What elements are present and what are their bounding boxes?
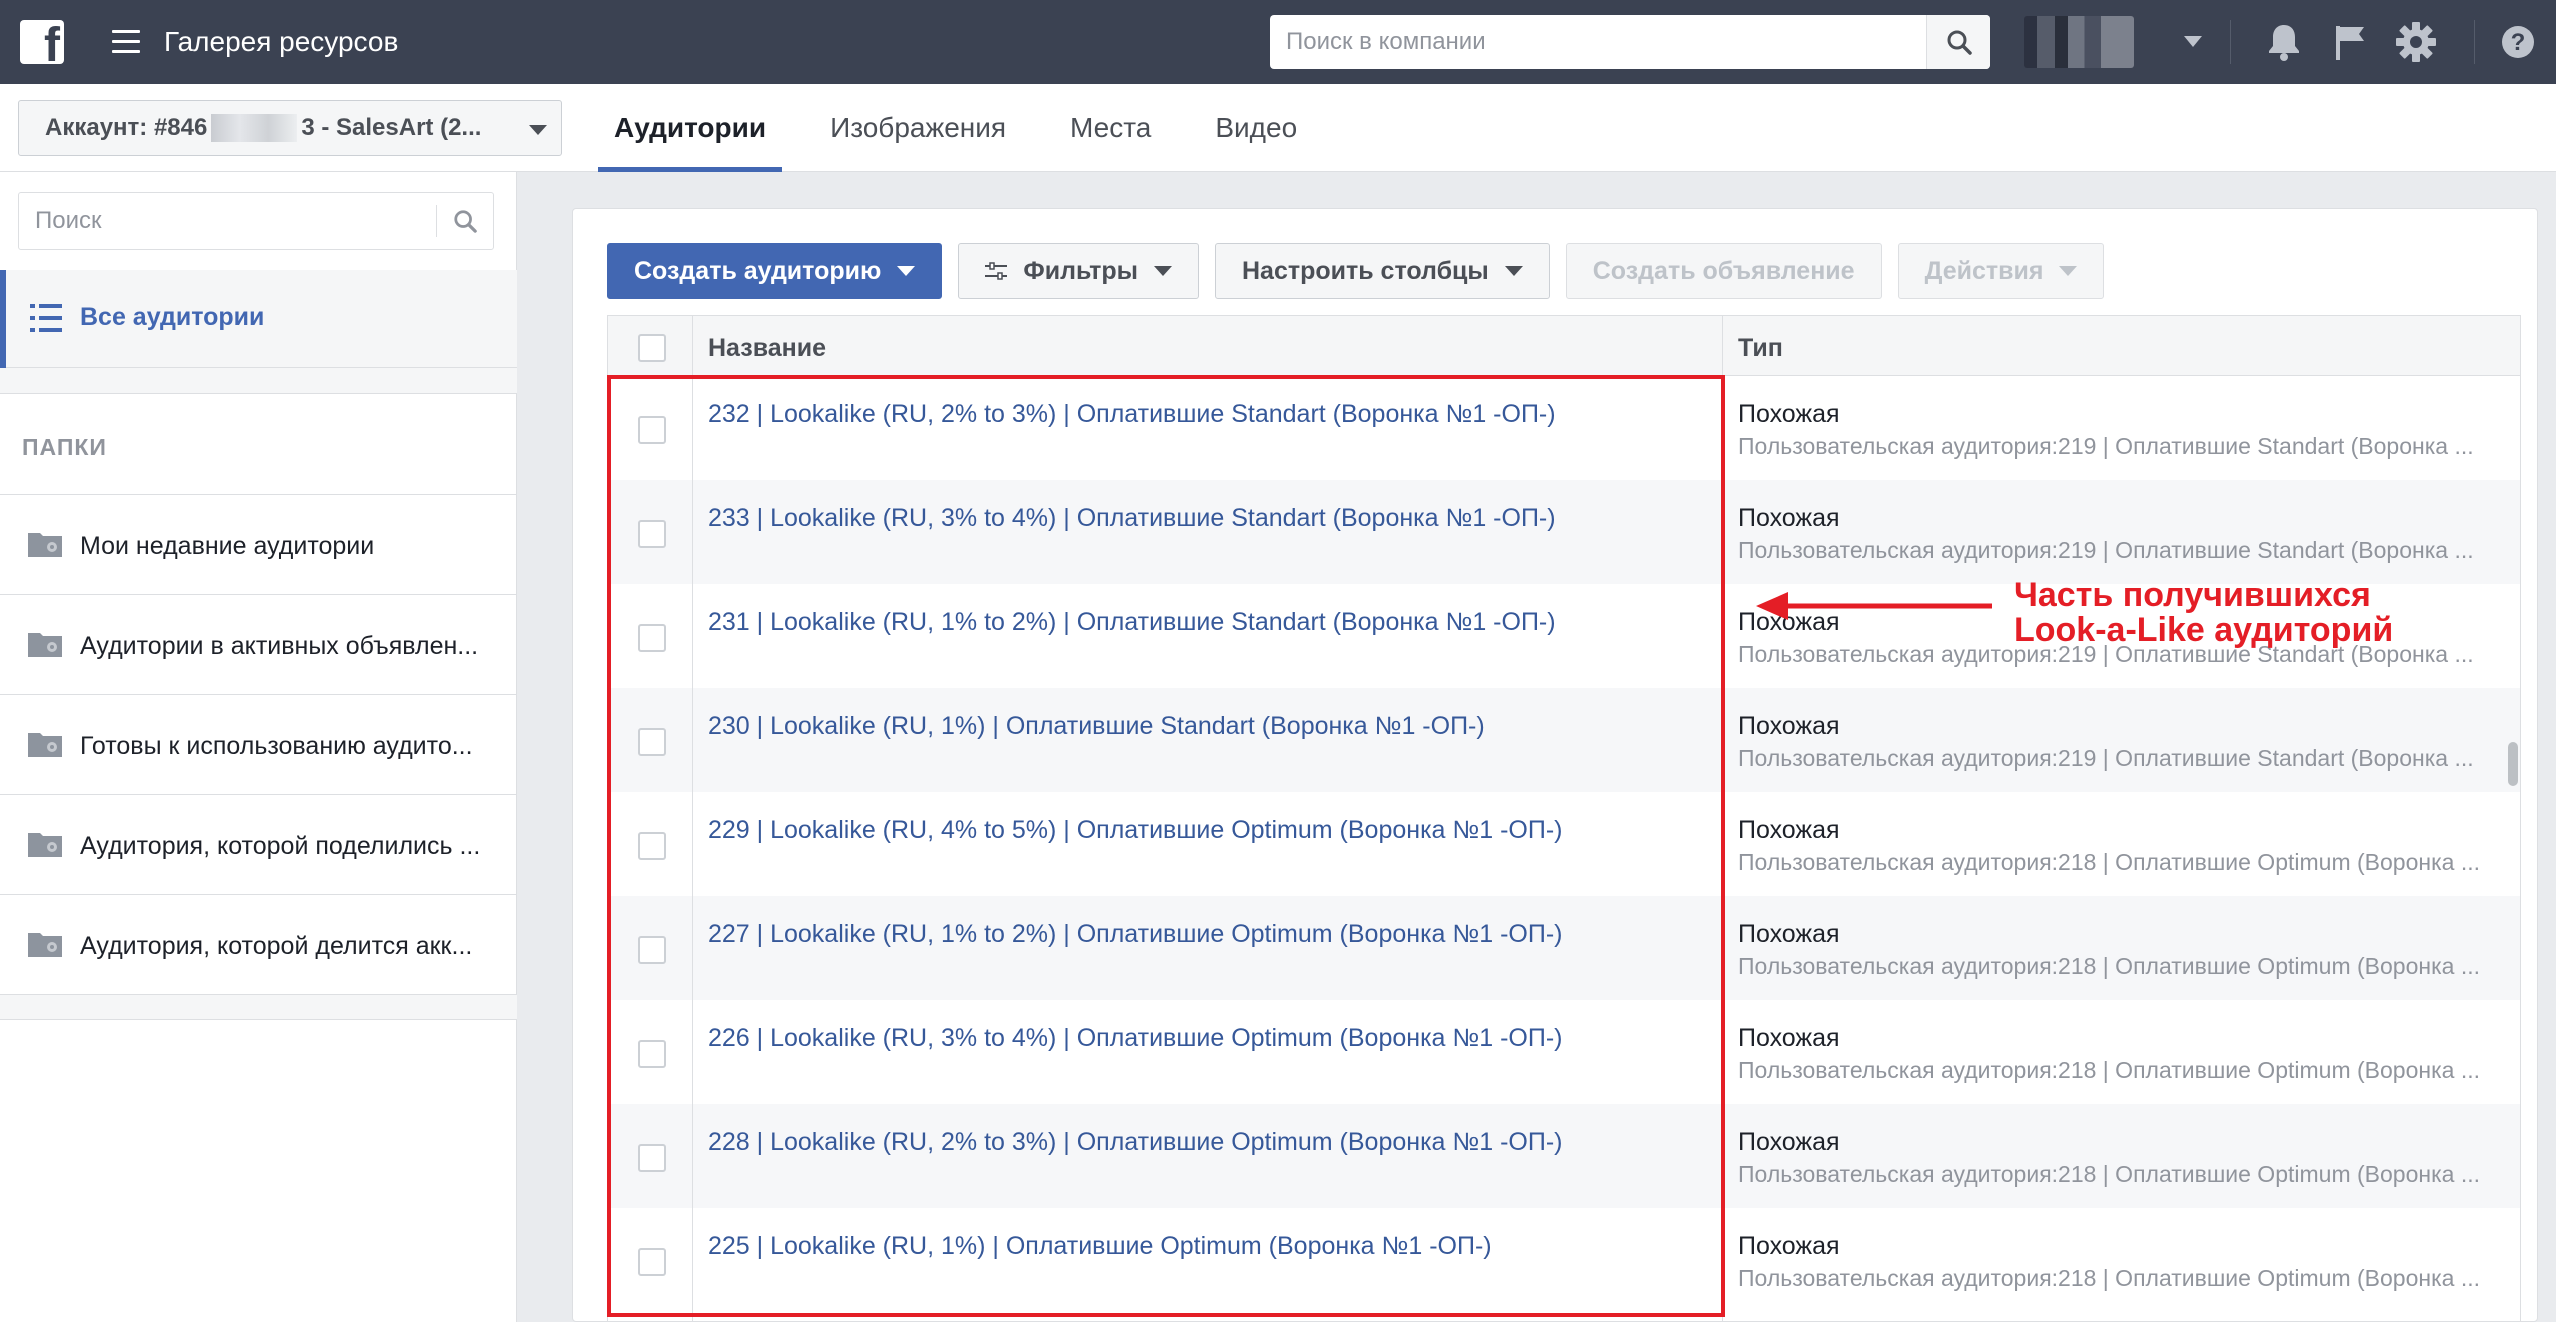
- highlight-box: [607, 375, 1725, 1317]
- sidebar-folder-shared-with[interactable]: Аудитория, которой поделились ...: [0, 794, 517, 894]
- audience-source: Пользовательская аудитория:218 | Оплатив…: [1738, 849, 2480, 875]
- sidebar-folder-ready[interactable]: Готовы к использованию аудито...: [0, 694, 517, 794]
- search-icon: [1947, 30, 1972, 55]
- create-audience-button[interactable]: Создать аудиторию: [607, 243, 943, 299]
- button-label: Создать аудиторию: [634, 256, 882, 285]
- audience-source: Пользовательская аудитория:218 | Оплатив…: [1738, 1057, 2480, 1083]
- sidebar-folder-label: Мои недавние аудитории: [80, 532, 375, 560]
- account-id: Аккаунт: #846: [45, 114, 208, 141]
- account-id-redacted: [211, 114, 298, 142]
- customize-columns-button[interactable]: Настроить столбцы: [1214, 243, 1550, 299]
- account-name: 3 - SalesArt (2...: [301, 114, 482, 141]
- select-all-checkbox[interactable]: [638, 334, 666, 362]
- sliders-icon: [985, 262, 1008, 280]
- annotation-line: Часть получившихся: [2014, 576, 2371, 614]
- sub-header: Аккаунт: #846 3 - SalesArt (2... Аудитор…: [0, 84, 2556, 172]
- divider: [2474, 20, 2475, 64]
- account-avatar[interactable]: [2024, 16, 2134, 68]
- audience-type: Похожая: [1738, 920, 1840, 948]
- tab-video[interactable]: Видео: [1199, 84, 1313, 172]
- audience-type: Похожая: [1738, 1128, 1840, 1156]
- sidebar-folder-label: Аудитория, которой делится акк...: [80, 932, 473, 960]
- svg-text:?: ?: [2511, 29, 2526, 56]
- sidebar: Все аудитории ПАПКИ Мои недавние аудитор…: [0, 172, 517, 1322]
- folder-gear-icon: [28, 733, 62, 757]
- audience-source: Пользовательская аудитория:218 | Оплатив…: [1738, 1161, 2480, 1187]
- section-divider: [0, 994, 517, 1020]
- annotation-line: Look-a-Like аудиторий: [2014, 611, 2394, 649]
- flag-icon[interactable]: [2328, 20, 2372, 64]
- hamburger-menu-icon[interactable]: [112, 30, 140, 54]
- audience-type: Похожая: [1738, 712, 1840, 740]
- filters-button[interactable]: Фильтры: [958, 243, 1199, 299]
- sidebar-search-input[interactable]: [19, 207, 436, 235]
- audience-type: Похожая: [1738, 1232, 1840, 1260]
- annotation-text: Часть получившихся Look-a-Like аудиторий: [2014, 578, 2393, 648]
- tab-images[interactable]: Изображения: [814, 84, 1022, 172]
- tab-audiences[interactable]: Аудитории: [598, 84, 783, 172]
- scrollbar-thumb[interactable]: [2508, 742, 2518, 786]
- audience-source: Пользовательская аудитория:218 | Оплатив…: [1738, 1265, 2480, 1291]
- audience-source: Пользовательская аудитория:219 | Оплатив…: [1738, 745, 2474, 771]
- sidebar-folder-recent[interactable]: Мои недавние аудитории: [0, 494, 517, 594]
- column-header-type[interactable]: Тип: [1738, 334, 1783, 363]
- sidebar-search: [18, 192, 494, 250]
- create-ad-button[interactable]: Создать объявление: [1565, 243, 1882, 299]
- chevron-down-icon: [1504, 266, 1523, 276]
- chevron-down-icon: [897, 266, 916, 276]
- chevron-down-icon[interactable]: [2184, 36, 2202, 47]
- folder-list: Мои недавние аудитории Аудитории в актив…: [0, 494, 517, 1020]
- audience-source: Пользовательская аудитория:219 | Оплатив…: [1738, 433, 2474, 459]
- company-search-input[interactable]: [1270, 15, 1926, 69]
- audience-type: Похожая: [1738, 504, 1840, 532]
- section-divider: [0, 368, 517, 394]
- chevron-down-icon: [2059, 266, 2078, 276]
- app-title: Галерея ресурсов: [164, 26, 399, 57]
- active-indicator: [0, 270, 6, 368]
- facebook-logo-icon[interactable]: f: [20, 20, 64, 64]
- bell-icon[interactable]: [2262, 20, 2306, 64]
- folders-heading: ПАПКИ: [22, 434, 107, 460]
- search-icon[interactable]: [437, 209, 493, 233]
- chevron-down-icon: [529, 125, 547, 135]
- sidebar-folder-label: Готовы к использованию аудито...: [80, 732, 473, 760]
- button-label: Действия: [1924, 256, 2044, 285]
- sidebar-item-all-audiences[interactable]: Все аудитории: [0, 270, 517, 368]
- company-search: [1270, 15, 1990, 69]
- company-search-button[interactable]: [1926, 15, 1990, 69]
- sidebar-folder-label: Аудитория, которой поделились ...: [80, 832, 481, 860]
- gear-icon[interactable]: [2394, 20, 2438, 64]
- list-icon: [30, 302, 62, 339]
- column-header-name[interactable]: Название: [708, 334, 826, 363]
- folder-gear-icon: [28, 633, 62, 657]
- help-icon[interactable]: ?: [2496, 20, 2540, 64]
- button-label: Настроить столбцы: [1241, 256, 1489, 285]
- audience-type: Похожая: [1738, 1024, 1840, 1052]
- arrow-left-icon: [1756, 592, 1992, 620]
- asset-tabs: Аудитории Изображения Места Видео: [598, 84, 1345, 172]
- button-label: Создать объявление: [1592, 256, 1855, 285]
- audience-type: Похожая: [1738, 400, 1840, 428]
- tab-places[interactable]: Места: [1054, 84, 1167, 172]
- button-label: Фильтры: [1023, 256, 1138, 285]
- sidebar-folder-label: Аудитории в активных объявлен...: [80, 632, 479, 660]
- sidebar-item-label: Все аудитории: [80, 303, 265, 331]
- account-selector[interactable]: Аккаунт: #846 3 - SalesArt (2...: [18, 100, 562, 156]
- folder-gear-icon: [28, 533, 62, 557]
- toolbar: Создать аудиторию Фильтры Настроить стол…: [607, 243, 2120, 299]
- divider: [2230, 20, 2231, 64]
- sidebar-folder-shared-by[interactable]: Аудитория, которой делится акк...: [0, 894, 517, 994]
- folder-gear-icon: [28, 933, 62, 957]
- top-bar: f Галерея ресурсов ?: [0, 0, 2556, 84]
- folder-gear-icon: [28, 833, 62, 857]
- chevron-down-icon: [1153, 266, 1172, 276]
- audience-source: Пользовательская аудитория:218 | Оплатив…: [1738, 953, 2480, 979]
- audience-type: Похожая: [1738, 816, 1840, 844]
- audience-source: Пользовательская аудитория:219 | Оплатив…: [1738, 537, 2474, 563]
- actions-button[interactable]: Действия: [1897, 243, 2105, 299]
- sidebar-folder-active-ads[interactable]: Аудитории в активных объявлен...: [0, 594, 517, 694]
- table-header: Название Тип: [608, 316, 2520, 376]
